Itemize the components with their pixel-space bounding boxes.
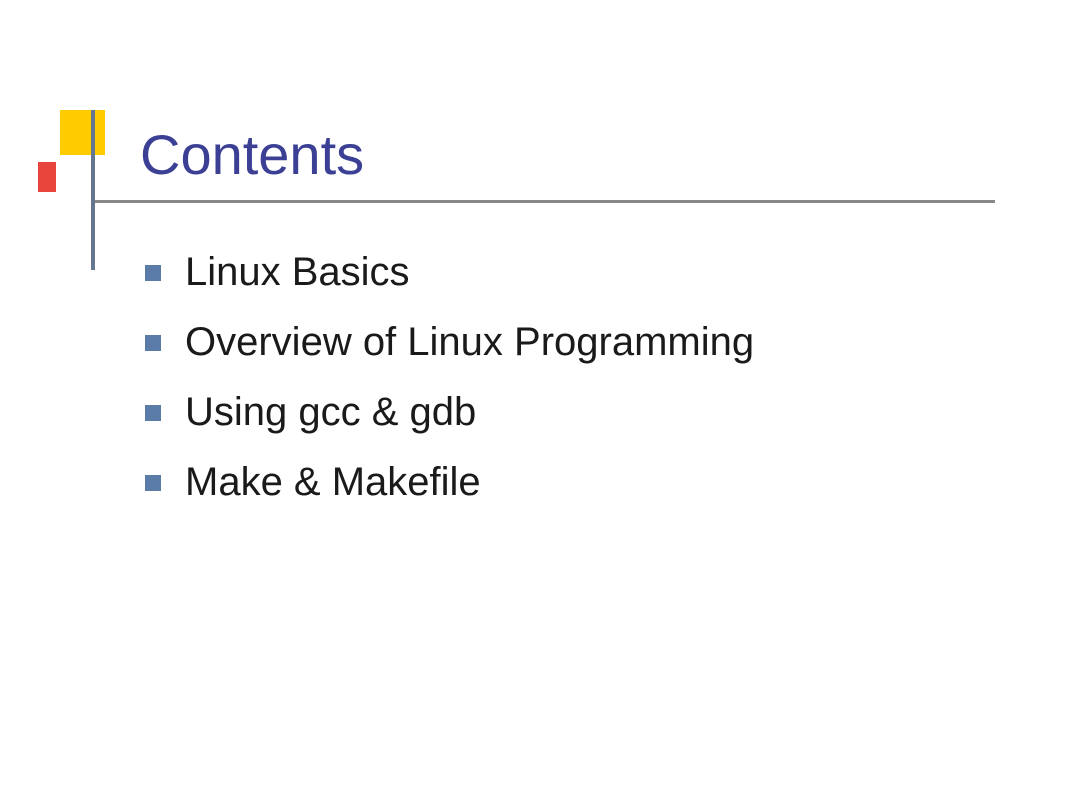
list-item: Make & Makefile (145, 460, 754, 505)
slide-decoration (38, 110, 123, 225)
list-item-text: Using gcc & gdb (185, 390, 476, 435)
vertical-line-icon (91, 110, 95, 270)
list-item: Linux Basics (145, 250, 754, 295)
list-item-text: Overview of Linux Programming (185, 320, 754, 365)
bullet-icon (145, 475, 161, 491)
bullet-icon (145, 405, 161, 421)
list-item: Overview of Linux Programming (145, 320, 754, 365)
red-square-icon (38, 162, 56, 192)
list-item-text: Make & Makefile (185, 460, 481, 505)
horizontal-divider (95, 200, 995, 203)
bullet-icon (145, 335, 161, 351)
contents-list: Linux Basics Overview of Linux Programmi… (145, 250, 754, 530)
bullet-icon (145, 265, 161, 281)
slide-title: Contents (140, 122, 364, 187)
list-item-text: Linux Basics (185, 250, 410, 295)
list-item: Using gcc & gdb (145, 390, 754, 435)
yellow-square-icon (60, 110, 105, 155)
